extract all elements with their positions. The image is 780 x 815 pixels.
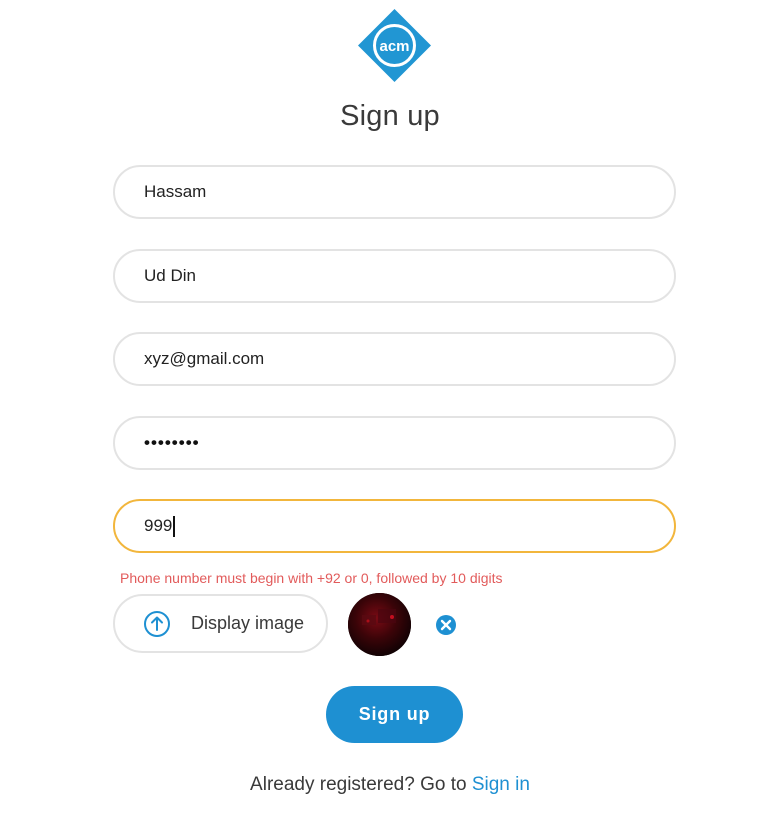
password-field[interactable]: •••••••• [113, 416, 676, 470]
sign-in-prompt: Already registered? Go to Sign in [0, 774, 780, 796]
acm-logo-icon: acm [358, 9, 431, 82]
phone-input[interactable]: 999 [144, 516, 172, 536]
phone-field[interactable]: 999 [113, 499, 676, 553]
password-input[interactable]: •••••••• [144, 433, 200, 453]
last-name-field[interactable] [113, 249, 676, 303]
sign-up-button[interactable]: Sign up [326, 686, 463, 743]
display-image-upload-button[interactable]: Display image [113, 594, 328, 653]
display-image-label: Display image [191, 613, 305, 633]
page-title: Sign up [340, 100, 440, 132]
sign-in-link[interactable]: Sign in [472, 774, 530, 795]
acm-logo: acm [357, 8, 432, 83]
acm-logo-text: acm [379, 38, 409, 55]
email-field[interactable] [113, 332, 676, 386]
phone-error-message: Phone number must begin with +92 or 0, f… [120, 570, 503, 586]
first-name-input[interactable] [144, 182, 674, 202]
upload-arrow-icon [143, 610, 171, 638]
text-caret [173, 515, 175, 537]
footer-text: Already registered? Go to [250, 774, 472, 795]
last-name-input[interactable] [144, 266, 674, 286]
email-input[interactable] [144, 349, 674, 369]
close-circle-icon[interactable] [435, 614, 457, 636]
first-name-field[interactable] [113, 165, 676, 219]
avatar-preview [348, 593, 411, 656]
